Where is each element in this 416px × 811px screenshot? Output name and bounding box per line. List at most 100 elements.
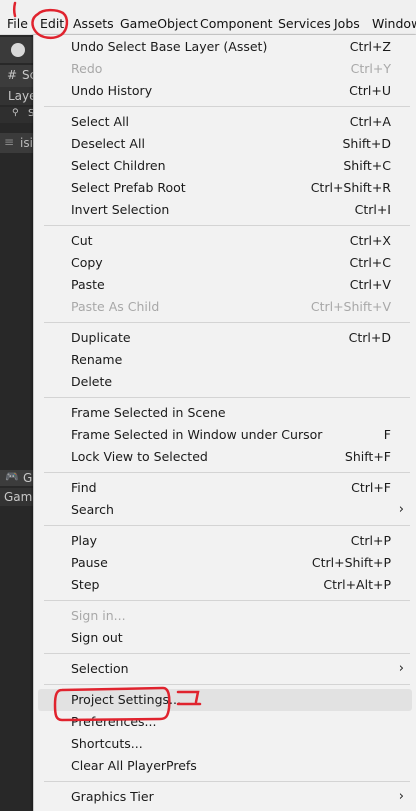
account-icon[interactable]	[11, 43, 25, 57]
menu-services[interactable]: Services	[278, 16, 331, 31]
menu-item-shortcuts[interactable]: Shortcuts...	[38, 733, 412, 755]
layers-dropdown[interactable]: Laye	[0, 87, 37, 105]
menu-item-label: Undo Select Base Layer (Asset)	[71, 39, 268, 54]
menu-item-copy[interactable]: Copy Ctrl+C	[38, 252, 412, 274]
menu-item-undo-history[interactable]: Undo History Ctrl+U	[38, 80, 412, 102]
menu-item-step[interactable]: Step Ctrl+Alt+P	[38, 574, 412, 596]
menu-item-deselect-all[interactable]: Deselect All Shift+D	[38, 133, 412, 155]
menu-item-invert-selection[interactable]: Invert Selection Ctrl+I	[38, 199, 412, 221]
menu-item-label: Paste As Child	[71, 299, 160, 314]
menu-item-shortcut: Ctrl+U	[349, 83, 391, 98]
menu-item-paste-as-child: Paste As Child Ctrl+Shift+V	[38, 296, 412, 318]
menu-item-rename[interactable]: Rename	[38, 349, 412, 371]
menu-item-shortcut: Ctrl+Y	[350, 61, 391, 76]
menu-bar: File Edit Assets GameObject Component Se…	[0, 0, 416, 35]
menu-edit[interactable]: Edit	[40, 16, 64, 31]
menu-item-shortcut: Ctrl+P	[350, 533, 391, 548]
menu-item-label: Play	[71, 533, 98, 548]
menu-item-frame-selected-in-scene[interactable]: Frame Selected in Scene	[38, 402, 412, 424]
menu-item-shortcut: Ctrl+Alt+P	[323, 577, 391, 592]
menu-item-label: Shortcuts...	[71, 736, 143, 751]
menu-item-lock-view-to-selected[interactable]: Lock View to Selected Shift+F	[38, 446, 412, 468]
menu-item-preferences[interactable]: Preferences...	[38, 711, 412, 733]
menu-separator	[44, 397, 410, 398]
menu-item-label: Redo	[71, 61, 103, 76]
menu-item-project-settings[interactable]: Project Settings...	[38, 689, 412, 711]
menu-item-select-prefab-root[interactable]: Select Prefab Root Ctrl+Shift+R	[38, 177, 412, 199]
menu-item-shortcut: Shift+C	[343, 158, 391, 173]
menu-item-cut[interactable]: Cut Ctrl+X	[38, 230, 412, 252]
editor-background: # Sc Laye ⚲ S ≡ isi 🎮 G Game	[0, 35, 40, 811]
chevron-right-icon: ›	[398, 502, 404, 517]
menu-item-search[interactable]: Search ›	[38, 499, 412, 521]
gamepad-icon: 🎮	[5, 470, 19, 483]
menu-gameobject[interactable]: GameObject	[120, 16, 198, 31]
menu-jobs[interactable]: Jobs	[334, 16, 360, 31]
menu-item-shortcut: Ctrl+X	[349, 233, 391, 248]
menu-item-select-all[interactable]: Select All Ctrl+A	[38, 111, 412, 133]
menu-item-shortcut: Ctrl+V	[349, 277, 391, 292]
menu-item-shortcut: Ctrl+I	[354, 202, 391, 217]
menu-item-shortcut: Ctrl+Shift+R	[310, 180, 391, 195]
menu-item-shortcut: Ctrl+F	[351, 480, 391, 495]
menu-item-label: Undo History	[71, 83, 153, 98]
menu-item-label: Find	[71, 480, 97, 495]
menu-item-label: Step	[71, 577, 100, 592]
menu-item-label: Clear All PlayerPrefs	[71, 758, 197, 773]
account-toolbar	[0, 37, 33, 63]
menu-file[interactable]: File	[7, 16, 28, 31]
menu-item-label: Lock View to Selected	[71, 449, 208, 464]
menu-item-label: Select Children	[71, 158, 166, 173]
menu-item-paste[interactable]: Paste Ctrl+V	[38, 274, 412, 296]
menu-separator	[44, 225, 410, 226]
menu-item-sign-out[interactable]: Sign out	[38, 627, 412, 649]
hierarchy-row[interactable]: ≡ isi	[0, 133, 33, 153]
scene-tab[interactable]: # Sc	[0, 65, 36, 87]
menu-item-label: Preferences...	[71, 714, 157, 729]
menu-item-clear-all-playerprefs[interactable]: Clear All PlayerPrefs	[38, 755, 412, 777]
menu-item-delete[interactable]: Delete	[38, 371, 412, 393]
menu-item-select-children[interactable]: Select Children Shift+C	[38, 155, 412, 177]
menu-item-label: Select All	[71, 114, 130, 129]
menu-item-sign-in: Sign in...	[38, 605, 412, 627]
menu-item-label: Frame Selected in Window under Cursor	[71, 427, 323, 442]
edit-menu-dropdown: Undo Select Base Layer (Asset) Ctrl+Z Redo…	[33, 35, 416, 811]
menu-item-label: Select Prefab Root	[71, 180, 186, 195]
menu-item-label: Pause	[71, 555, 108, 570]
menu-item-label: Sign out	[71, 630, 123, 645]
game-tab[interactable]: 🎮 G	[0, 470, 33, 486]
hierarchy-search[interactable]: ⚲ S	[0, 107, 34, 123]
menu-item-duplicate[interactable]: Duplicate Ctrl+D	[38, 327, 412, 349]
menu-window[interactable]: Window	[372, 16, 416, 31]
menu-item-label: Duplicate	[71, 330, 131, 345]
menu-item-shortcut: F	[383, 427, 391, 442]
menu-item-shortcut: Ctrl+Shift+P	[311, 555, 391, 570]
menu-assets[interactable]: Assets	[73, 16, 114, 31]
menu-separator	[44, 472, 410, 473]
game-display-dropdown[interactable]: Game	[0, 488, 40, 506]
menu-item-undo-select-base-layer-asset[interactable]: Undo Select Base Layer (Asset) Ctrl+Z	[38, 36, 412, 58]
menu-item-shortcut: Ctrl+D	[348, 330, 391, 345]
menu-item-redo: Redo Ctrl+Y	[38, 58, 412, 80]
menu-item-label: Paste	[71, 277, 105, 292]
menu-item-label: Selection	[71, 661, 129, 676]
menu-item-frame-selected-in-window-under-cursor[interactable]: Frame Selected in Window under Cursor F	[38, 424, 412, 446]
menu-item-label: Graphics Tier	[71, 789, 154, 804]
menu-item-pause[interactable]: Pause Ctrl+Shift+P	[38, 552, 412, 574]
menu-item-shortcut: Shift+D	[342, 136, 391, 151]
menu-lines-icon: ≡	[4, 135, 15, 149]
menu-item-shortcut: Ctrl+Z	[349, 39, 391, 54]
menu-separator	[44, 525, 410, 526]
menu-item-find[interactable]: Find Ctrl+F	[38, 477, 412, 499]
menu-item-label: Project Settings...	[71, 692, 181, 707]
game-tab-label: G	[23, 471, 33, 485]
menu-item-play[interactable]: Play Ctrl+P	[38, 530, 412, 552]
menu-item-label: Search	[71, 502, 114, 517]
menu-item-shortcut: Ctrl+A	[349, 114, 391, 129]
menu-item-label: Delete	[71, 374, 113, 389]
menu-component[interactable]: Component	[200, 16, 273, 31]
menu-item-shortcut: Shift+F	[344, 449, 391, 464]
menu-item-label: Rename	[71, 352, 123, 367]
menu-item-graphics-tier[interactable]: Graphics Tier ›	[38, 786, 412, 808]
menu-item-selection[interactable]: Selection ›	[38, 658, 412, 680]
